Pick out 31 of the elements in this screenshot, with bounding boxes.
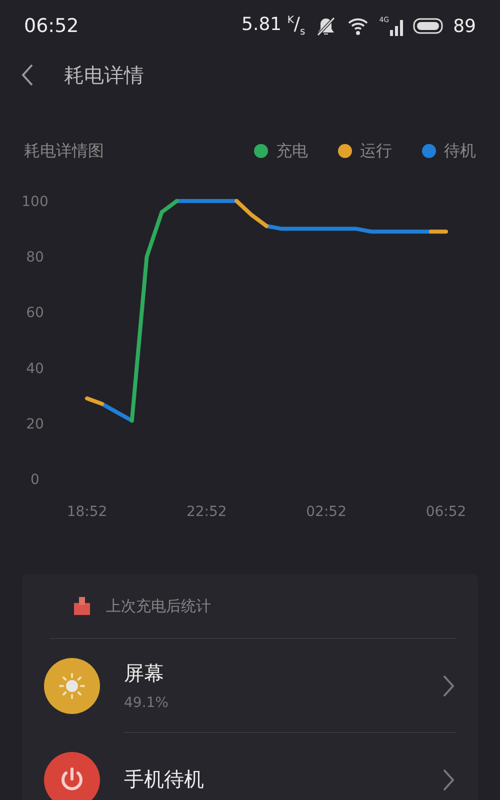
chevron-right-icon: [442, 768, 456, 792]
x-axis-label: 06:52: [426, 504, 466, 520]
legend-label: 运行: [360, 140, 392, 162]
back-icon[interactable]: [20, 63, 34, 87]
x-axis-label: 02:52: [306, 504, 347, 520]
item-percent: 49.1%: [124, 695, 170, 711]
item-name: 手机待机: [124, 766, 205, 793]
bar-chart-icon: [74, 597, 90, 615]
y-axis-label: 40: [26, 360, 44, 377]
y-axis-label: 60: [26, 305, 44, 322]
list-item[interactable]: 手机待机: [44, 733, 456, 800]
y-axis-label: 100: [22, 194, 48, 210]
battery-level: 89: [453, 16, 476, 36]
page-title: 耗电详情: [64, 62, 144, 88]
y-axis-label: 80: [26, 250, 44, 266]
y-axis-label: 20: [26, 416, 44, 432]
x-axis-label: 22:52: [186, 504, 227, 520]
y-axis-label: 0: [30, 472, 40, 488]
item-name: 屏幕: [124, 660, 165, 687]
legend-label: 待机: [444, 140, 476, 162]
list-item[interactable]: 屏幕 49.1%: [44, 639, 456, 733]
muted-bell-icon: [315, 15, 338, 37]
battery-icon: [413, 18, 444, 34]
legend-label: 充电: [276, 140, 308, 162]
sun-icon: [57, 671, 87, 701]
network-speed: 5.81 $^{K}$/$_{s}$: [242, 14, 306, 38]
clock-time: 06:52: [24, 15, 80, 37]
x-axis-label: 18:52: [66, 504, 108, 520]
chart-title: 耗电详情图: [24, 140, 105, 162]
section-title: 上次充电后统计: [106, 596, 211, 616]
chevron-right-icon: [442, 674, 456, 698]
